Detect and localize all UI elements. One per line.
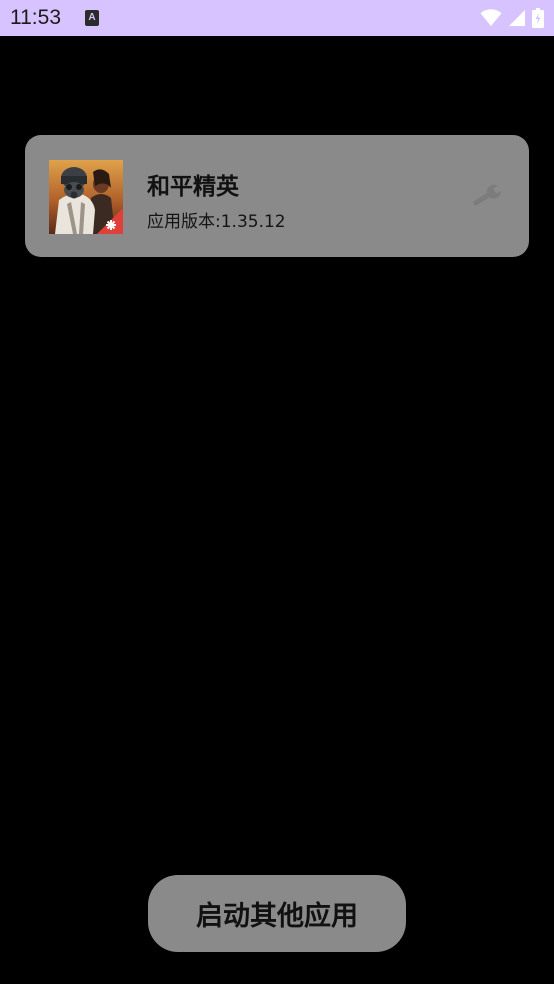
status-icons: [480, 8, 544, 28]
status-bar: 11:53 A: [0, 0, 554, 36]
battery-charging-icon: [532, 8, 544, 28]
status-time: 11:53: [10, 6, 61, 29]
game-app-icon: [49, 160, 123, 234]
wrench-icon[interactable]: [469, 183, 503, 209]
app-version-value: 1.35.12: [220, 212, 286, 232]
app-card[interactable]: 和平精英 应用版本:1.35.12: [25, 135, 529, 257]
signal-icon: [509, 10, 525, 26]
notification-a-icon: A: [85, 10, 99, 26]
screen: 11:53 A 和平精英 应用版本:1.35.12 启动其他应用: [0, 0, 554, 984]
app-version-label: 应用版本:: [147, 212, 221, 232]
launch-other-app-button[interactable]: 启动其他应用: [148, 875, 406, 952]
wifi-icon: [480, 9, 502, 26]
app-name: 和平精英: [147, 174, 239, 200]
app-version: 应用版本:1.35.12: [147, 207, 286, 232]
